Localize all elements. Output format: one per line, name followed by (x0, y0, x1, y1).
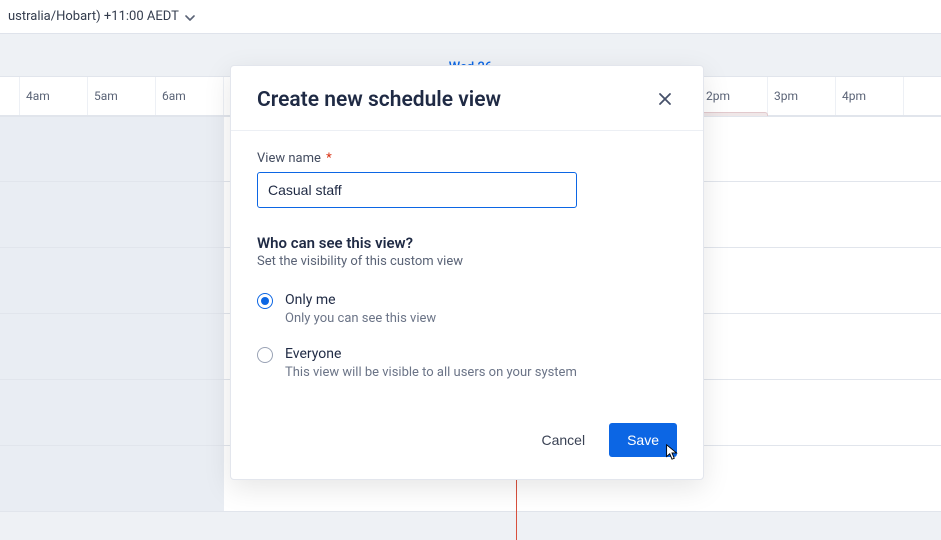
timezone-label: ustralia/Hobart) +11:00 AEDT (8, 9, 179, 24)
modal-title: Create new schedule view (257, 88, 501, 112)
visibility-heading: Who can see this view? (257, 234, 677, 252)
view-name-label-text: View name (257, 151, 321, 166)
cancel-button[interactable]: Cancel (535, 424, 591, 456)
hour-partial (0, 77, 20, 115)
create-view-modal: Create new schedule view View name * Who… (230, 65, 704, 480)
radio-desc: Only you can see this view (285, 310, 436, 327)
radio-control[interactable] (257, 347, 273, 363)
radio-desc: This view will be visible to all users o… (285, 364, 577, 381)
save-button[interactable]: Save (609, 423, 677, 457)
hour-2pm: 2pm (700, 77, 768, 115)
radio-control[interactable] (257, 293, 273, 309)
hour-4am: 4am (20, 77, 88, 115)
view-name-input[interactable] (257, 172, 577, 208)
required-indicator: * (326, 151, 332, 166)
hour-5am: 5am (88, 77, 156, 115)
close-button[interactable] (653, 88, 677, 112)
chevron-down-icon (185, 12, 195, 22)
hour-4pm: 4pm (836, 77, 904, 115)
radio-label: Only me (285, 291, 436, 309)
hour-6am: 6am (156, 77, 224, 115)
top-bar: ustralia/Hobart) +11:00 AEDT (0, 0, 941, 34)
close-icon (657, 91, 673, 110)
visibility-radio-group: Only me Only you can see this view Every… (257, 291, 677, 381)
cursor-pointer-icon (663, 443, 681, 461)
radio-everyone[interactable]: Everyone This view will be visible to al… (257, 345, 677, 381)
now-indicator (516, 474, 517, 540)
modal-header: Create new schedule view (231, 66, 703, 131)
hour-3pm: 3pm (768, 77, 836, 115)
modal-body: View name * Who can see this view? Set t… (231, 131, 703, 409)
modal-footer: Cancel Save (231, 409, 703, 479)
save-button-label: Save (627, 432, 659, 448)
radio-label: Everyone (285, 345, 577, 363)
timezone-selector[interactable]: ustralia/Hobart) +11:00 AEDT (8, 9, 195, 24)
visibility-subtext: Set the visibility of this custom view (257, 254, 677, 269)
view-name-label: View name * (257, 151, 677, 166)
radio-only-me[interactable]: Only me Only you can see this view (257, 291, 677, 327)
